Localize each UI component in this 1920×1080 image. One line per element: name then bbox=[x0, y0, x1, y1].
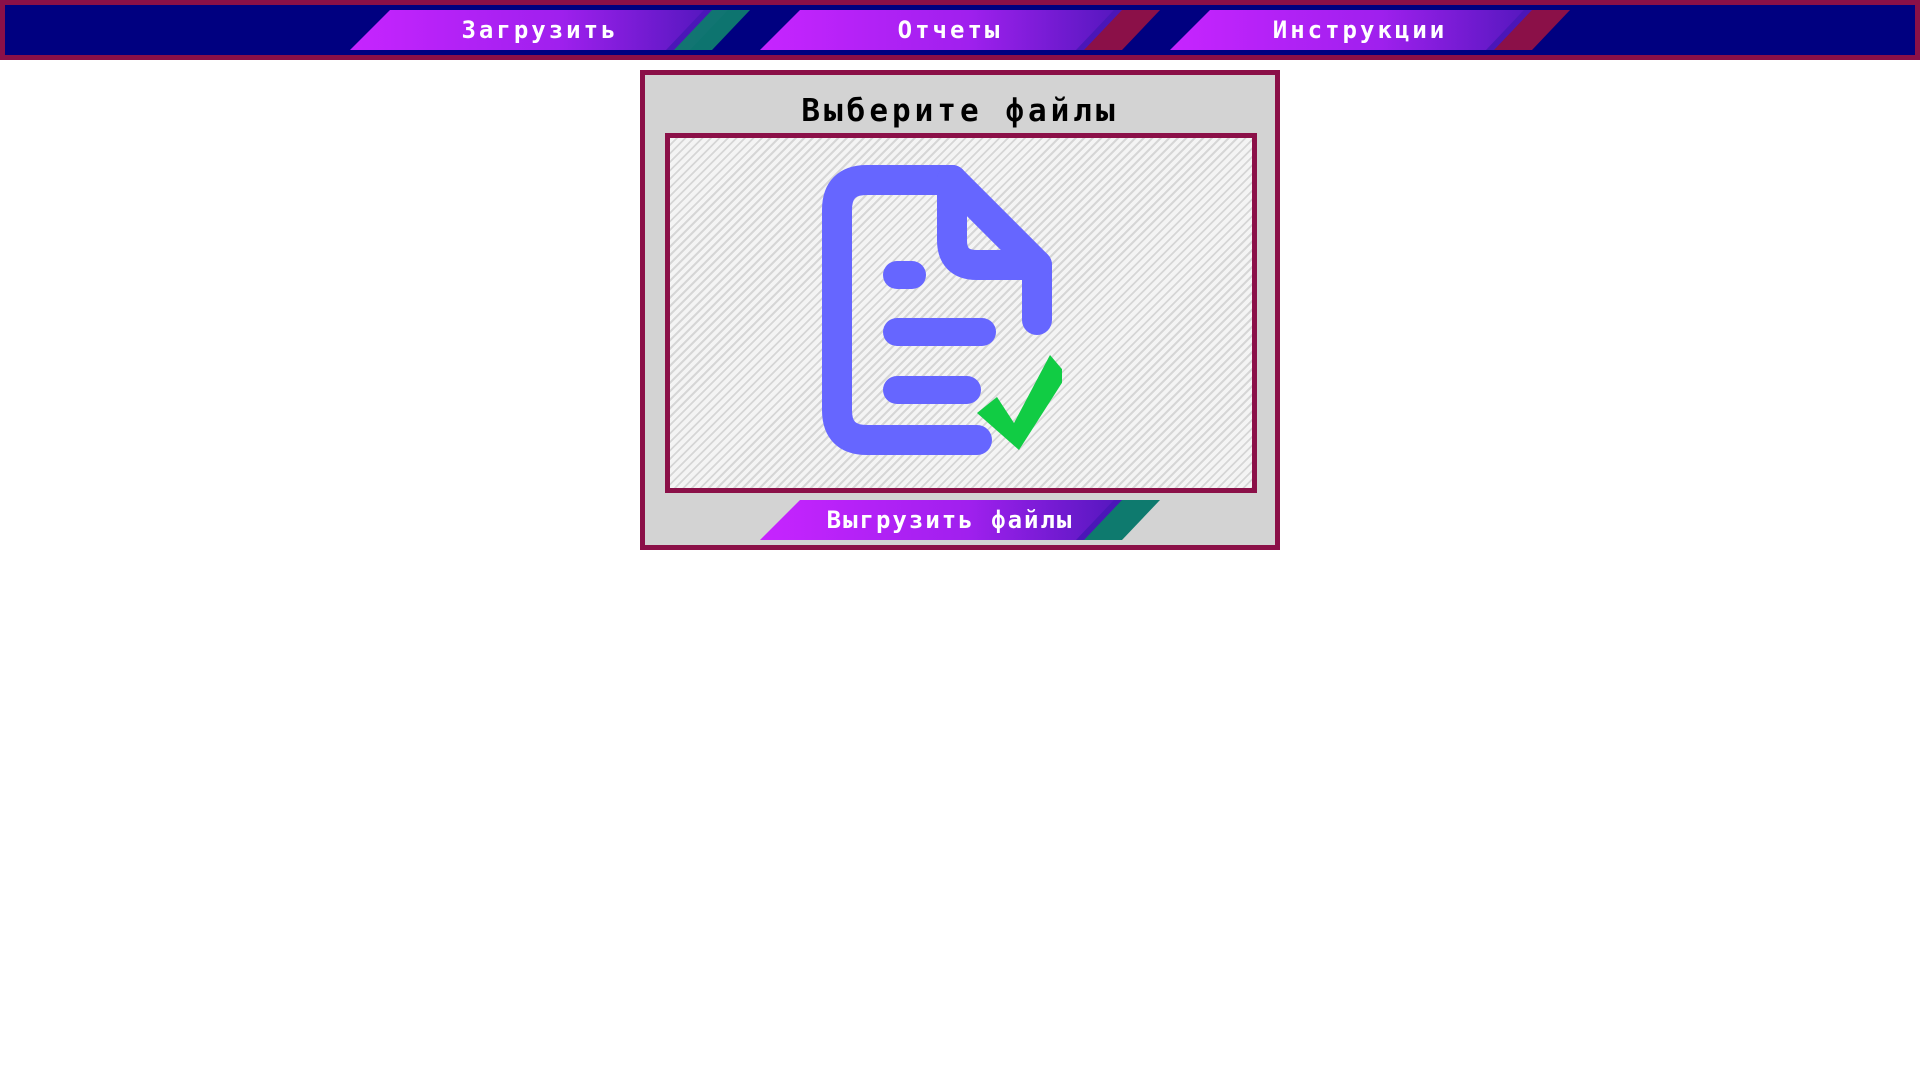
upload-files-label: Выгрузить файлы bbox=[826, 506, 1074, 534]
panel-title: Выберите файлы bbox=[801, 93, 1119, 129]
nav-instructions-button[interactable]: Инструкции bbox=[1170, 10, 1570, 50]
nav-reports-button[interactable]: Отчеты bbox=[760, 10, 1160, 50]
file-upload-panel: Выберите файлы Выгрузить файлы bbox=[640, 70, 1280, 550]
file-drop-zone[interactable] bbox=[665, 133, 1257, 493]
nav-upload-label: Загрузить bbox=[461, 16, 619, 44]
nav-reports-label: Отчеты bbox=[897, 16, 1003, 44]
upload-files-button[interactable]: Выгрузить файлы bbox=[760, 500, 1160, 540]
nav-instructions-label: Инструкции bbox=[1272, 16, 1448, 44]
top-navbar: Загрузить Отчеты Инструкции bbox=[0, 0, 1920, 60]
nav-upload-button[interactable]: Загрузить bbox=[350, 10, 750, 50]
file-check-icon bbox=[822, 165, 1062, 455]
